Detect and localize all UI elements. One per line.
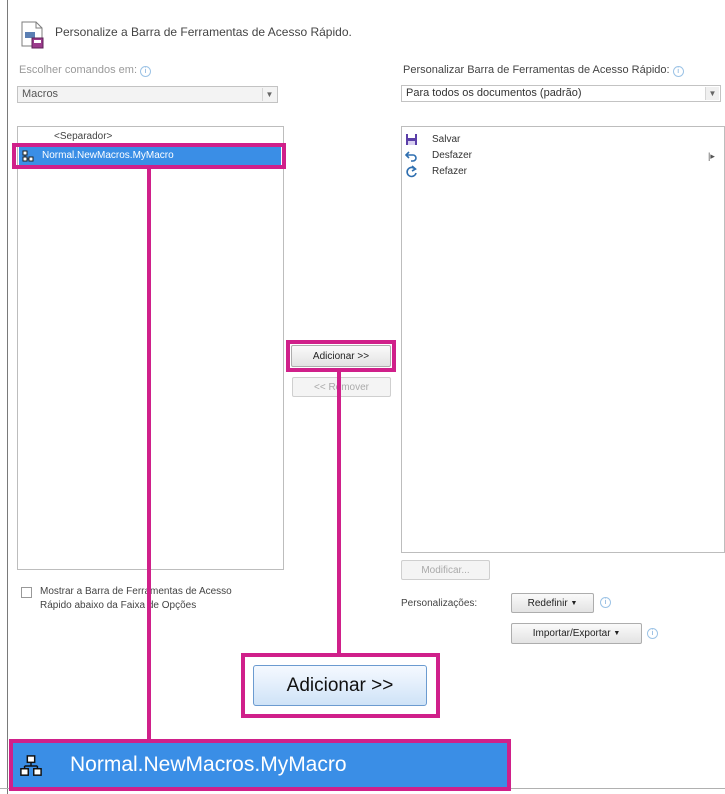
list-item-refazer[interactable]: Refazer [405,164,705,180]
reset-label: Redefinir [527,597,568,609]
remove-button[interactable]: << Remover [292,377,391,397]
redo-icon [406,165,417,178]
chevron-down-icon: ▼ [262,88,276,101]
customize-toolbar-value: Para todos os documentos (padrão) [406,87,582,99]
add-button-zoomed[interactable]: Adicionar >> [253,665,427,706]
quick-access-toolbar-icon [21,21,44,49]
customize-toolbar-dropdown[interactable]: Para todos os documentos (padrão) ▼ [401,85,721,102]
list-item-label: Refazer [432,166,468,177]
customize-toolbar-label: Personalizar Barra de Ferramentas de Ace… [403,64,684,77]
macro-highlight-box [12,143,286,169]
import-export-button[interactable]: Importar/Exportar ▼ [511,623,642,644]
reset-button[interactable]: Redefinir ▼ [511,593,594,613]
dialog-title: Personalize a Barra de Ferramentas de Ac… [55,25,352,39]
chevron-down-icon: ▼ [570,599,578,607]
chevron-down-icon: ▼ [613,630,621,637]
macro-zoom-highlight [9,739,511,791]
modify-button[interactable]: Modificar... [401,560,490,580]
list-item-salvar[interactable]: Salvar [405,132,705,148]
choose-commands-label: Escolher comandos em: i [19,64,152,77]
list-item-label: Salvar [432,134,461,145]
info-icon: i [140,66,152,77]
import-export-label: Importar/Exportar [532,628,611,639]
info-icon: i [600,597,611,608]
undo-icon [405,151,417,162]
submenu-arrow-icon: |▸ [708,151,715,161]
toolbar-commands-list[interactable] [401,126,725,553]
add-connector-line [337,372,341,653]
window-left-border [7,0,8,794]
show-below-ribbon-checkbox[interactable] [21,587,32,598]
macro-connector-line [147,169,151,739]
list-item-separator[interactable]: <Separador> [54,131,112,142]
list-item-label: Desfazer [432,150,473,161]
add-highlight-box [286,340,396,372]
customizations-label: Personalizações: [401,598,478,609]
info-icon: i [672,66,684,77]
info-icon: i [647,628,658,639]
choose-commands-dropdown[interactable]: Macros ▼ [17,86,278,103]
chevron-down-icon: ▼ [705,87,719,100]
list-item-desfazer[interactable]: Desfazer [405,148,705,164]
save-icon [406,134,417,145]
choose-commands-value: Macros [22,88,59,100]
